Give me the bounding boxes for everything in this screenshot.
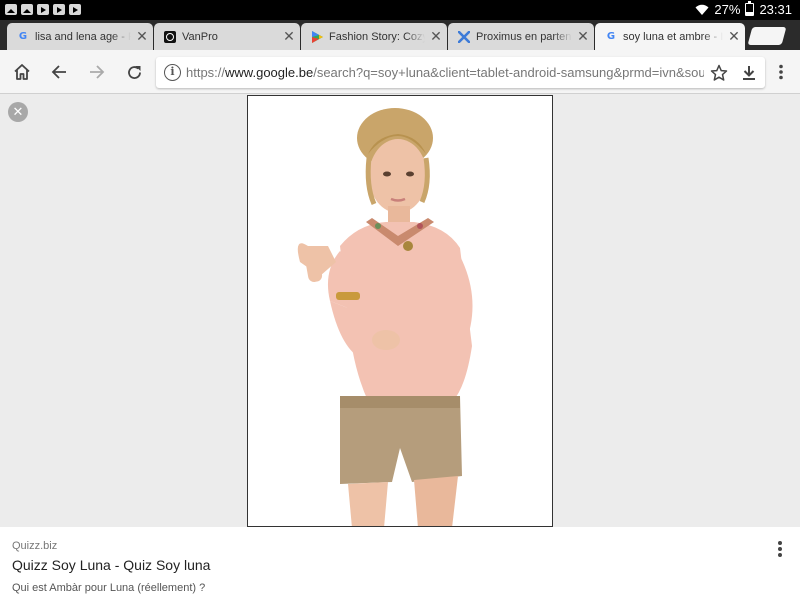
tab-title: VanPro [182,30,218,43]
result-description: Qui est Ambàr pour Luna (réellement) ? [12,582,206,594]
notification-icons [5,4,81,15]
result-image[interactable] [247,95,553,527]
proximus-icon [458,30,470,43]
forward-arrow-icon [90,65,105,79]
wifi-icon [695,4,709,15]
reload-icon [127,65,141,79]
clock: 23:31 [759,2,792,17]
star-icon [710,64,728,81]
google-icon: G [18,31,28,42]
browser-toolbar: i https://www.google.be/search?q=soy+lun… [0,50,800,94]
search-result-card[interactable]: Quizz.biz Quizz Soy Luna - Quiz Soy luna… [0,527,800,600]
result-source[interactable]: Quizz.biz [12,540,57,552]
new-tab-button[interactable] [747,27,787,45]
download-button[interactable] [736,60,762,86]
tab-5-active[interactable]: G soy luna et ambre - I ✕ [595,23,745,50]
overflow-menu-button[interactable] [768,59,794,85]
play-store-icon [311,30,323,43]
tab-title: lisa and lena age - R [35,30,131,43]
close-tab-icon[interactable]: ✕ [723,28,745,45]
tab-title: soy luna et ambre - I [623,30,723,43]
reload-button[interactable] [121,59,147,85]
info-icon[interactable]: i [164,64,181,81]
battery-icon [745,1,755,16]
close-tab-icon[interactable]: ✕ [278,28,300,45]
tab-4[interactable]: Proximus en partena ✕ [448,23,594,50]
close-tab-icon[interactable]: ✕ [572,28,594,45]
notification-gallery-icon [21,4,33,15]
tab-2[interactable]: VanPro ✕ [154,23,300,50]
address-bar[interactable]: i https://www.google.be/search?q=soy+lun… [156,57,765,88]
image-viewer: ✕ [0,95,800,527]
google-icon: G [606,31,616,42]
back-button[interactable] [46,59,72,85]
vanpro-icon [164,30,176,43]
result-more-icon[interactable] [776,539,784,559]
url-domain: www.google.be [225,65,314,80]
notification-image-icon [5,4,17,15]
tab-1[interactable]: G lisa and lena age - R ✕ [7,23,153,50]
close-viewer-icon[interactable]: ✕ [8,102,28,122]
youtube-icon [53,4,65,15]
close-tab-icon[interactable]: ✕ [131,28,153,45]
close-tab-icon[interactable]: ✕ [425,28,447,45]
youtube-icon [37,4,49,15]
youtube-icon [69,4,81,15]
tab-strip: G lisa and lena age - R ✕ VanPro ✕ Fashi… [0,20,800,50]
url-text[interactable]: https://www.google.be/search?q=soy+luna&… [186,65,704,80]
tab-title: Fashion Story: Cozy [329,30,425,43]
tab-title: Proximus en partena [476,30,572,43]
forward-button[interactable] [84,59,110,85]
back-arrow-icon [51,65,66,79]
status-bar: 27% 23:31 [0,0,800,20]
fashion-model-photo [248,96,552,526]
url-path: /search?q=soy+luna&client=tablet-android… [313,65,704,80]
bookmark-button[interactable] [706,60,732,86]
download-icon [743,66,755,80]
home-button[interactable] [9,59,35,85]
more-vertical-icon [779,64,783,80]
result-title[interactable]: Quizz Soy Luna - Quiz Soy luna [12,557,210,573]
tab-3[interactable]: Fashion Story: Cozy ✕ [301,23,447,50]
battery-percentage: 27% [714,2,741,17]
home-icon [14,64,30,80]
